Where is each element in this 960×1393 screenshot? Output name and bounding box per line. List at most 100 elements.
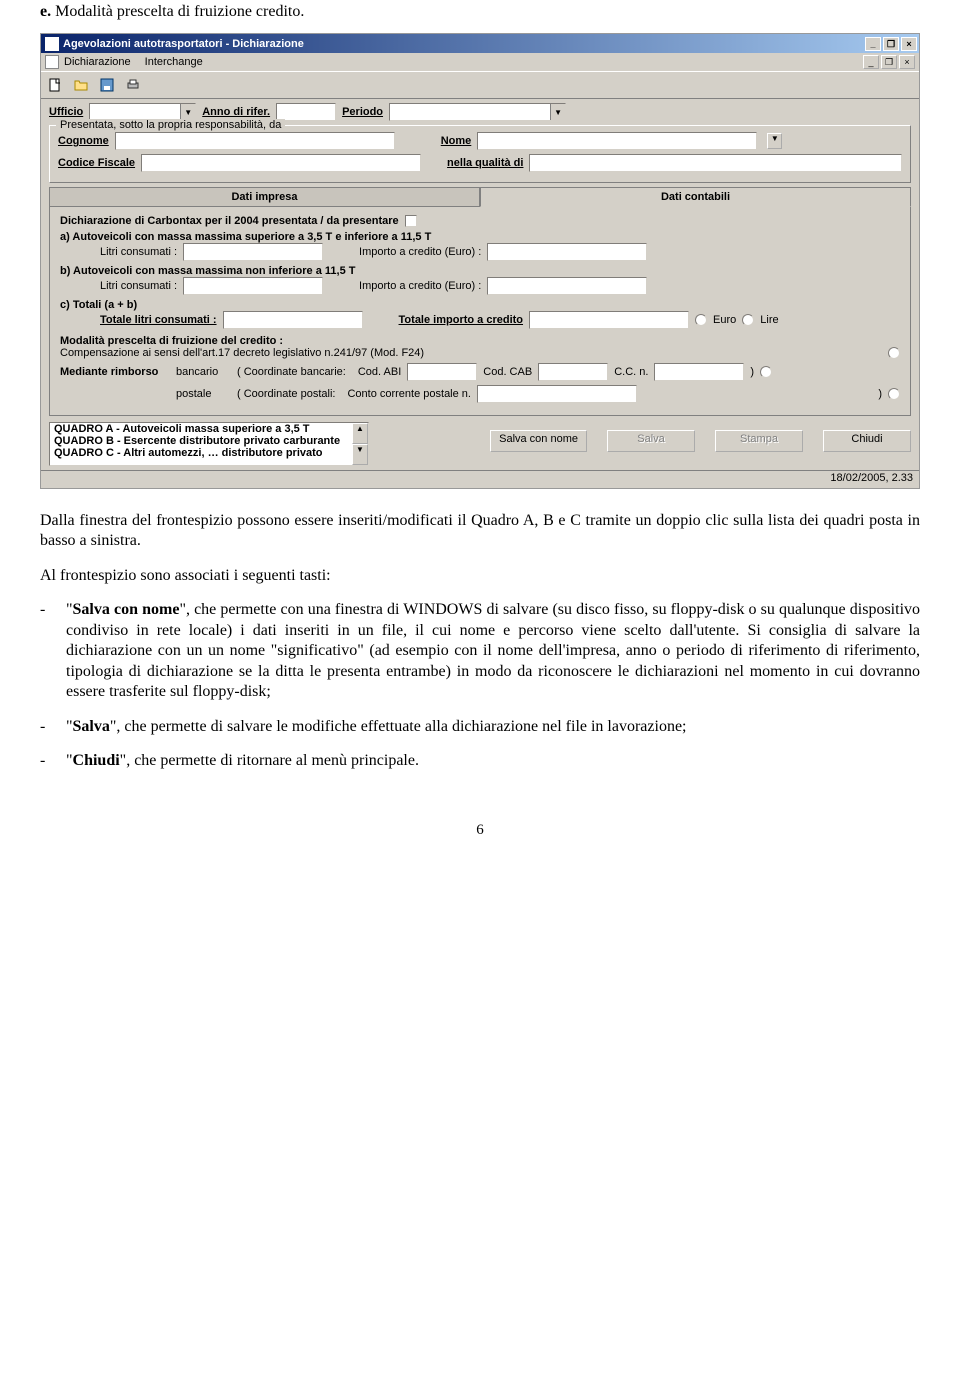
bullet-salva: "Salva", che permette di salvare le modi… <box>66 717 920 737</box>
radio-postale[interactable] <box>888 388 900 400</box>
bullet-chiudi: "Chiudi", che permette di ritornare al m… <box>66 751 920 771</box>
restore-button[interactable]: ❐ <box>883 37 899 51</box>
combo-ufficio-input[interactable] <box>90 104 180 120</box>
input-totimporto[interactable] <box>529 311 689 329</box>
combo-periodo-input[interactable] <box>390 104 550 120</box>
input-importo-b[interactable] <box>487 277 647 295</box>
app-icon <box>45 37 59 51</box>
titlebar-text: Agevolazioni autotrasportatori - Dichiar… <box>63 38 304 50</box>
toolbar-open-icon[interactable] <box>69 74 93 96</box>
salva-button[interactable]: Salva <box>607 430 695 452</box>
legend-presentata: Presentata, sotto la propria responsabil… <box>56 119 285 131</box>
label-euro: Euro <box>713 314 736 326</box>
mdi-minimize-button[interactable]: _ <box>863 55 879 69</box>
tabpane-contabili: Dichiarazione di Carbontax per il 2004 p… <box>49 207 911 416</box>
toolbar <box>41 71 919 99</box>
label-litri-b: Litri consumati : <box>100 280 177 292</box>
input-codcab[interactable] <box>538 363 608 381</box>
mdi-restore-button[interactable]: ❐ <box>881 55 897 69</box>
titlebar: Agevolazioni autotrasportatori - Dichiar… <box>41 34 919 53</box>
label-section-c: c) Totali (a + b) <box>60 299 900 311</box>
page-number: 6 <box>40 822 920 839</box>
tab-dati-impresa[interactable]: Dati impresa <box>49 187 480 207</box>
label-ccp: Conto corrente postale n. <box>347 388 471 400</box>
label-section-a: a) Autoveicoli con massa massima superio… <box>60 231 900 243</box>
quadri-listbox[interactable]: QUADRO A - Autoveicoli massa superiore a… <box>49 422 369 466</box>
input-totlitri[interactable] <box>223 311 363 329</box>
input-litri-b[interactable] <box>183 277 323 295</box>
menu-interchange[interactable]: Interchange <box>145 56 203 68</box>
bullet1-text: ", che permette con una finestra di WIND… <box>66 601 920 700</box>
minimize-button[interactable]: _ <box>865 37 881 51</box>
stampa-button[interactable]: Stampa <box>715 430 803 452</box>
bottom-row: QUADRO A - Autoveicoli massa superiore a… <box>41 418 919 470</box>
combo-periodo[interactable]: ▼ <box>389 103 566 121</box>
bullet2-text: ", che permette di salvare le modifiche … <box>110 718 687 735</box>
radio-compensazione[interactable] <box>888 347 900 359</box>
label-anno: Anno di rifer. <box>202 106 270 118</box>
chevron-down-icon[interactable]: ▼ <box>180 104 195 120</box>
input-cognome[interactable] <box>115 132 395 150</box>
toolbar-new-icon[interactable] <box>43 74 67 96</box>
button-row: Salva con nome Salva Stampa Chiudi <box>490 422 911 452</box>
paren-close-bancario: ) <box>750 366 754 378</box>
toolbar-save-icon[interactable] <box>95 74 119 96</box>
salva-con-nome-button[interactable]: Salva con nome <box>490 430 587 452</box>
radio-lire[interactable] <box>742 314 754 326</box>
app-screenshot: Agevolazioni autotrasportatori - Dichiar… <box>40 33 920 489</box>
input-qualita[interactable] <box>529 154 902 172</box>
scroll-up-icon[interactable]: ▲ <box>352 423 368 444</box>
input-nome[interactable] <box>477 132 757 150</box>
close-button[interactable]: × <box>901 37 917 51</box>
toolbar-print-icon[interactable] <box>121 74 145 96</box>
list-item[interactable]: QUADRO A - Autoveicoli massa superiore a… <box>50 423 352 435</box>
listbox-scrollbar[interactable]: ▲ ▼ <box>352 423 368 465</box>
chevron-down-icon[interactable]: ▼ <box>767 133 782 149</box>
list-item[interactable]: QUADRO B - Esercente distributore privat… <box>50 435 352 447</box>
label-coordp: ( Coordinate postali: <box>237 388 335 400</box>
checkbox-carbontax[interactable] <box>405 215 417 227</box>
mdi-close-button[interactable]: × <box>899 55 915 69</box>
status-datetime: 18/02/2005, 2.33 <box>830 472 913 484</box>
radio-euro[interactable] <box>695 314 707 326</box>
label-cf: Codice Fiscale <box>58 157 135 169</box>
label-lire: Lire <box>760 314 778 326</box>
paragraph-lead: Al frontespizio sono associati i seguent… <box>40 566 920 586</box>
input-ccn[interactable] <box>654 363 744 381</box>
label-section-b: b) Autoveicoli con massa massima non inf… <box>60 265 900 277</box>
label-totimporto: Totale importo a credito <box>399 314 523 326</box>
label-postale: postale <box>176 388 231 400</box>
heading-text: Modalità prescelta di fruizione credito. <box>55 3 304 20</box>
menu-dichiarazione[interactable]: Dichiarazione <box>64 56 131 68</box>
radio-bancario[interactable] <box>760 366 772 378</box>
label-mediante: Mediante rimborso <box>60 366 170 378</box>
mdi-child-icon <box>45 55 59 69</box>
label-ufficio: Ufficio <box>49 106 83 118</box>
input-cf[interactable] <box>141 154 421 172</box>
list-item[interactable]: QUADRO C - Altri automezzi, … distributo… <box>50 447 352 459</box>
label-totlitri: Totale litri consumati : <box>100 314 217 326</box>
input-ccp[interactable] <box>477 385 637 403</box>
label-cognome: Cognome <box>58 135 109 147</box>
input-codabi[interactable] <box>407 363 477 381</box>
label-importo-a: Importo a credito (Euro) : <box>359 246 481 258</box>
document-body: Dalla finestra del frontespizio possono … <box>40 511 920 772</box>
paragraph-intro: Dalla finestra del frontespizio possono … <box>40 511 920 552</box>
label-qualita: nella qualità di <box>447 157 523 169</box>
label-periodo: Periodo <box>342 106 383 118</box>
heading-label: e. <box>40 3 51 20</box>
chevron-down-icon[interactable]: ▼ <box>550 104 565 120</box>
bullet3-name: Chiudi <box>73 752 120 769</box>
label-ccn: C.C. n. <box>614 366 648 378</box>
tab-dati-contabili[interactable]: Dati contabili <box>480 187 911 207</box>
input-importo-a[interactable] <box>487 243 647 261</box>
label-nome: Nome <box>441 135 472 147</box>
menubar: Dichiarazione Interchange _ ❐ × <box>41 53 919 71</box>
statusbar: 18/02/2005, 2.33 <box>41 470 919 488</box>
chiudi-button[interactable]: Chiudi <box>823 430 911 452</box>
section-heading: e. Modalità prescelta di fruizione credi… <box>40 3 920 21</box>
mdi-window-controls: _ ❐ × <box>861 55 915 69</box>
input-litri-a[interactable] <box>183 243 323 261</box>
scroll-down-icon[interactable]: ▼ <box>352 444 368 465</box>
bullet3-text: ", che permette di ritornare al menù pri… <box>120 752 419 769</box>
